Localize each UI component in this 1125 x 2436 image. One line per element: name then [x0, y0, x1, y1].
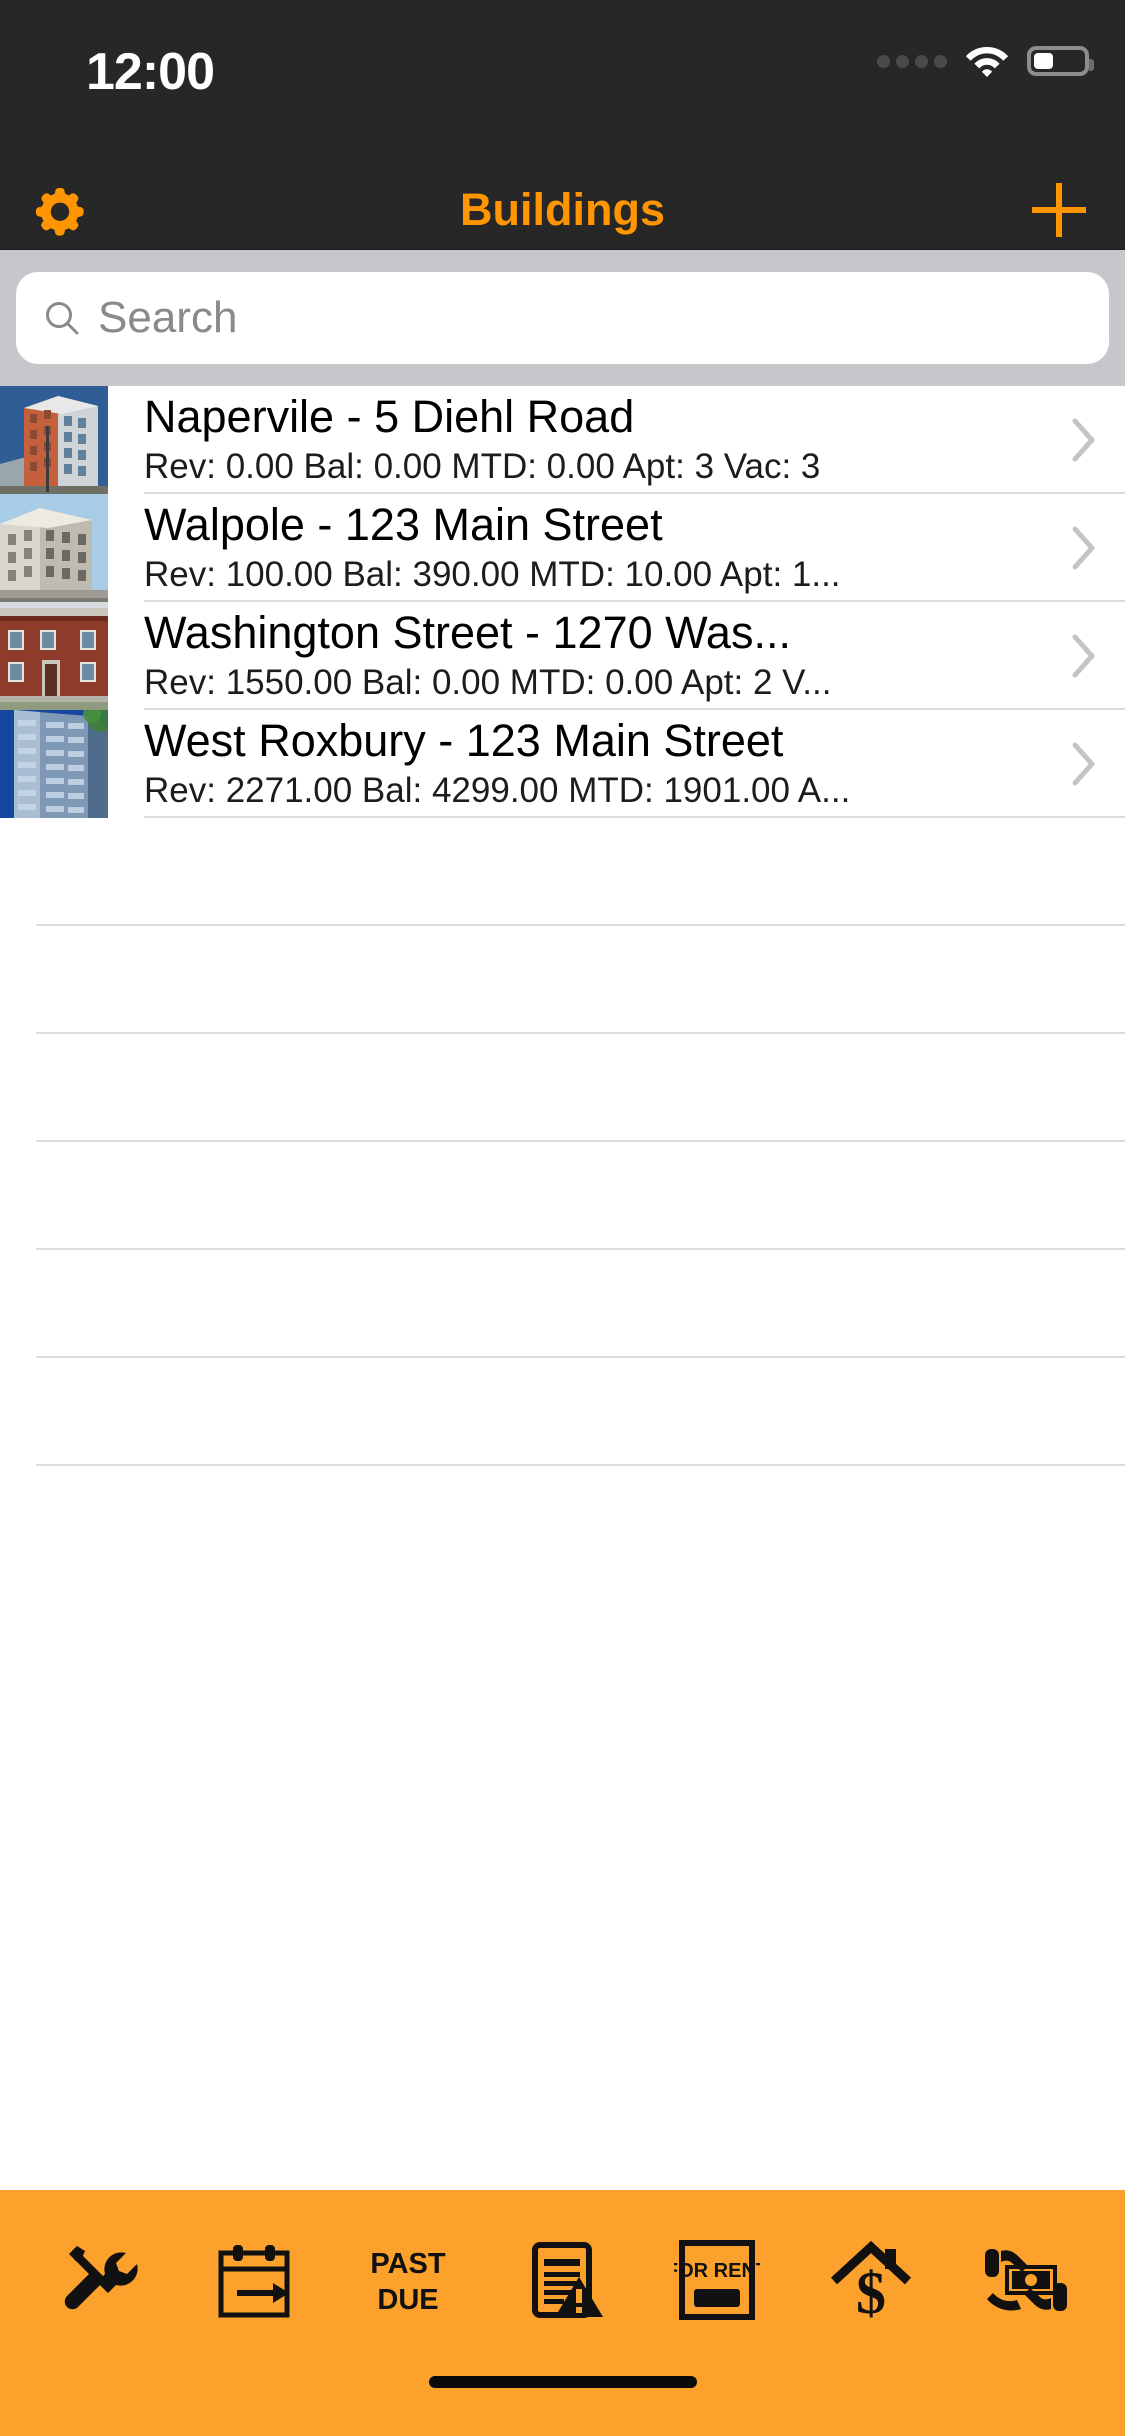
- list-item[interactable]: Walpole - 123 Main Street Rev: 100.00 Ba…: [0, 494, 1125, 602]
- calendar-arrow-icon: [218, 2245, 290, 2318]
- chevron-right-icon: [1072, 418, 1095, 462]
- empty-list-area: [0, 818, 1125, 1466]
- list-item[interactable]: Napervile - 5 Diehl Road Rev: 0.00 Bal: …: [0, 386, 1125, 494]
- chevron-right-icon: [1072, 634, 1095, 678]
- svg-text:FOR RENT: FOR RENT: [674, 2260, 760, 2282]
- building-thumbnail: [0, 386, 108, 494]
- search-placeholder: Search: [98, 293, 238, 342]
- toolbar-item-maintenance[interactable]: [22, 2220, 176, 2340]
- search-icon: [46, 302, 79, 335]
- list-item-subtitle: Rev: 0.00 Bal: 0.00 MTD: 0.00 Apt: 3 Vac…: [144, 446, 821, 486]
- svg-text:DUE: DUE: [377, 2284, 438, 2316]
- status-bar-time: 12:00: [86, 43, 215, 101]
- list-item-text: Washington Street - 1270 Was... Rev: 155…: [144, 602, 1125, 710]
- empty-row: [36, 818, 1125, 926]
- battery-icon: [1027, 46, 1094, 76]
- wifi-icon: [965, 47, 1009, 77]
- building-thumbnail: [0, 710, 108, 818]
- building-thumbnail: [0, 602, 108, 710]
- navigation-bar: Buildings: [0, 170, 1125, 250]
- signal-dots-icon: [877, 54, 947, 68]
- empty-row: [36, 1358, 1125, 1466]
- svg-text:PAST: PAST: [370, 2248, 445, 2280]
- document-warning-icon: [532, 2242, 604, 2318]
- list-item-title: Washington Street - 1270 Was...: [144, 607, 791, 659]
- chevron-right-icon: [1072, 526, 1095, 570]
- list-item-title: Napervile - 5 Diehl Road: [144, 391, 635, 443]
- for-rent-sign-icon: FOR RENT: [674, 2240, 760, 2320]
- home-indicator-bar: [0, 2370, 1125, 2436]
- buildings-list[interactable]: Napervile - 5 Diehl Road Rev: 0.00 Bal: …: [0, 386, 1125, 2190]
- app-screen: 12:00 Buildings Search Napervile - 5 Die…: [0, 0, 1125, 2436]
- empty-row: [36, 1142, 1125, 1250]
- toolbar-item-payments[interactable]: [949, 2220, 1103, 2340]
- list-item-subtitle: Rev: 100.00 Bal: 390.00 MTD: 10.00 Apt: …: [144, 554, 841, 594]
- past-due-text-icon: PAST DUE: [370, 2248, 445, 2316]
- toolbar-item-past-due[interactable]: PAST DUE: [331, 2220, 485, 2340]
- page-title: Buildings: [460, 183, 665, 235]
- list-item-text: Walpole - 123 Main Street Rev: 100.00 Ba…: [144, 494, 1125, 602]
- building-thumbnail: [0, 494, 108, 602]
- status-bar-indicators: [877, 44, 1094, 78]
- svg-text:$: $: [856, 2260, 886, 2323]
- toolbar-item-notices[interactable]: [485, 2220, 639, 2340]
- toolbar-item-for-rent[interactable]: FOR RENT: [640, 2220, 794, 2340]
- search-input[interactable]: Search: [16, 272, 1109, 364]
- bottom-toolbar: PAST DUE FOR REN: [0, 2190, 1125, 2370]
- empty-row: [36, 926, 1125, 1034]
- list-item-subtitle: Rev: 1550.00 Bal: 0.00 MTD: 0.00 Apt: 2 …: [144, 662, 832, 702]
- list-item[interactable]: Washington Street - 1270 Was... Rev: 155…: [0, 602, 1125, 710]
- list-item[interactable]: West Roxbury - 123 Main Street Rev: 2271…: [0, 710, 1125, 818]
- toolbar-item-rent-roll[interactable]: $: [794, 2220, 948, 2340]
- list-item-text: Napervile - 5 Diehl Road Rev: 0.00 Bal: …: [144, 386, 1125, 494]
- home-indicator[interactable]: [428, 2376, 697, 2388]
- empty-row: [36, 1250, 1125, 1358]
- house-dollar-icon: $: [831, 2240, 912, 2323]
- toolbar-item-lease-expiring[interactable]: [176, 2220, 330, 2340]
- list-item-subtitle: Rev: 2271.00 Bal: 4299.00 MTD: 1901.00 A…: [144, 770, 851, 810]
- wrench-screwdriver-icon: [64, 2246, 138, 2310]
- status-bar: 12:00: [0, 0, 1125, 170]
- list-item-title: Walpole - 123 Main Street: [144, 499, 663, 551]
- hands-cash-icon: [984, 2249, 1067, 2311]
- search-bar: Search: [0, 250, 1125, 386]
- list-item-text: West Roxbury - 123 Main Street Rev: 2271…: [144, 710, 1125, 818]
- empty-row: [36, 1034, 1125, 1142]
- list-item-title: West Roxbury - 123 Main Street: [144, 715, 784, 767]
- chevron-right-icon: [1072, 742, 1095, 786]
- plus-icon[interactable]: [1027, 178, 1091, 242]
